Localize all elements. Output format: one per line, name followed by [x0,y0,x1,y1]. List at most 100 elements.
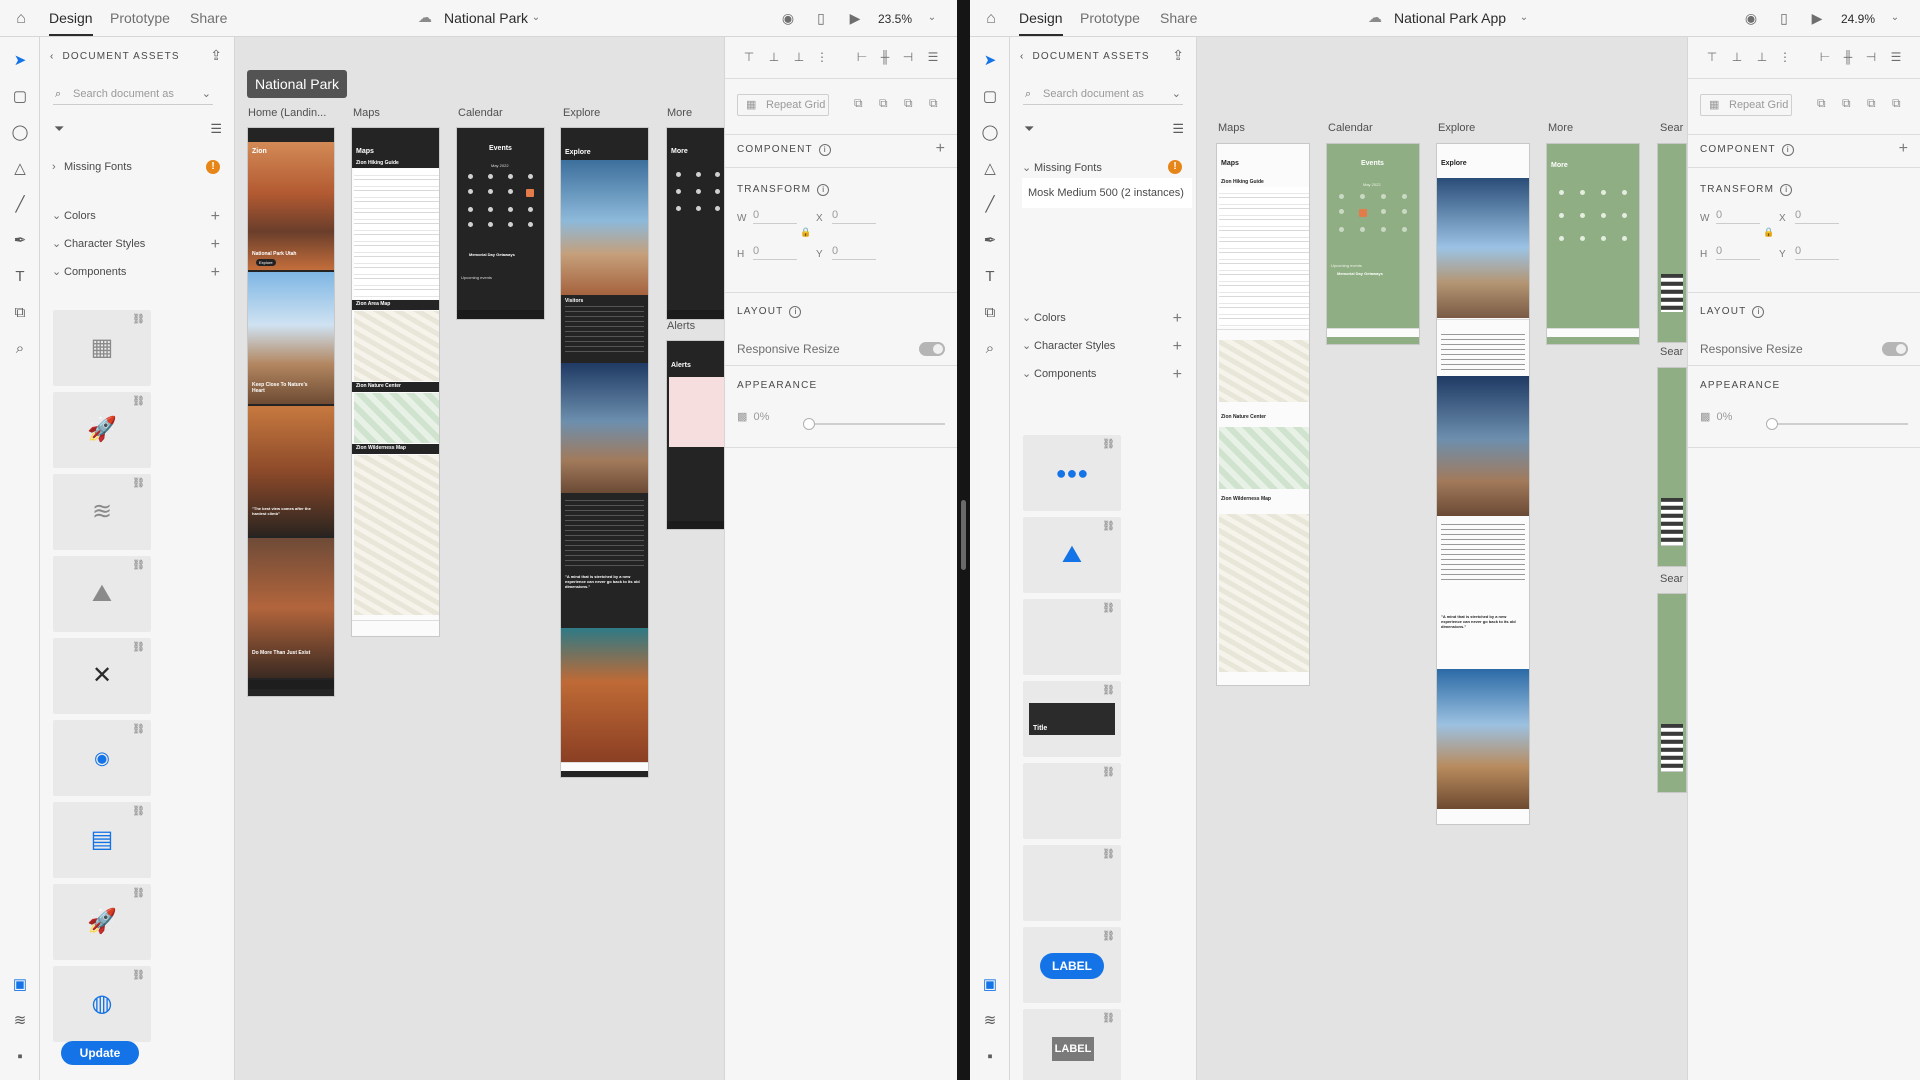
home-icon[interactable]: ⌂ [11,9,31,29]
section-components[interactable]: ⌄ Components [52,265,126,278]
artboard-label-maps[interactable]: Maps [1218,122,1245,134]
align-bottom-icon[interactable]: ⊥ [1755,50,1769,64]
artboard-calendar[interactable]: Events May 2022 Upcoming events Memorial… [456,127,545,320]
artboard-label-search[interactable]: Sear [1660,346,1683,358]
artboard-label-maps[interactable]: Maps [353,107,380,119]
mobile-device-icon[interactable]: ▯ [1775,9,1793,27]
component-tile[interactable]: ⛓ ⛰ [1023,517,1121,593]
list-view-icon[interactable]: ☰ [210,121,222,137]
component-tile[interactable]: ⛓ LABEL [1023,927,1121,1003]
export-icon[interactable]: ⇪ [210,47,222,64]
component-tile[interactable]: ⛓ [1023,845,1121,921]
chevron-down-icon[interactable]: ⌄ [202,83,211,105]
ellipse-tool-icon[interactable]: ◯ [980,123,1000,143]
lock-aspect-icon[interactable]: 🔒 [800,227,811,238]
info-icon[interactable]: i [789,306,802,318]
lock-aspect-icon[interactable]: 🔒 [1763,227,1774,238]
align-right-icon[interactable]: ⊣ [901,50,915,64]
add-character-style-icon[interactable]: + [211,237,220,253]
tab-share[interactable]: Share [190,10,227,26]
section-character-styles[interactable]: ⌄ Character Styles [1022,339,1115,352]
rectangle-tool-icon[interactable]: ▢ [10,87,30,107]
plugins-icon[interactable]: ▪ [980,1047,1000,1067]
distribute-horizontal-icon[interactable]: ☰ [926,50,940,64]
chevron-down-icon[interactable]: ⌄ [1515,9,1533,27]
align-middle-icon[interactable]: ⊥ [1730,50,1744,64]
text-tool-icon[interactable]: T [10,267,30,287]
align-center-icon[interactable]: ╫ [878,50,892,64]
artboard-more[interactable]: More [1546,143,1640,345]
align-bottom-icon[interactable]: ⊥ [792,50,806,64]
add-boolean-icon[interactable]: ⧉ [1817,96,1833,112]
pen-tool-icon[interactable]: ✒ [980,231,1000,251]
filter-icon[interactable]: ⏷ [54,121,64,137]
align-top-icon[interactable]: ⊤ [1705,50,1719,64]
artboard-more[interactable]: More [666,127,726,320]
artboard-maps[interactable]: Maps Zion Hiking Guide Zion Area Map Zio… [351,127,440,637]
artboard-explore[interactable]: Explore Visitors "A mind that is stretch… [560,127,649,778]
section-missing-fonts[interactable]: › Missing Fonts [52,161,132,173]
user-icon[interactable]: ◉ [1742,9,1760,27]
artboard-label-calendar[interactable]: Calendar [1328,122,1373,134]
polygon-tool-icon[interactable]: △ [980,159,1000,179]
add-color-icon[interactable]: + [1173,311,1182,327]
component-tile[interactable]: ⛓ ◍ [53,966,151,1042]
home-icon[interactable]: ⌂ [981,9,1001,29]
info-icon[interactable]: i [1752,306,1765,318]
missing-font-item[interactable]: Mosk Medium 500 (2 instances) [1022,178,1192,208]
align-center-icon[interactable]: ╫ [1841,50,1855,64]
artboard-search[interactable] [1657,593,1687,793]
plugins-icon[interactable]: ▪ [10,1047,30,1067]
zoom-chevron-icon[interactable]: ⌄ [923,9,941,27]
section-colors[interactable]: ⌄ Colors [1022,311,1066,324]
zoom-level[interactable]: 24.9% [1841,12,1875,26]
repeat-grid-button[interactable]: Repeat Grid [1700,94,1792,116]
export-icon[interactable]: ⇪ [1172,47,1184,64]
mobile-device-icon[interactable]: ▯ [812,9,830,27]
artboard-label-alerts[interactable]: Alerts [667,320,695,332]
component-tile[interactable]: ⛓ 🚀 [53,884,151,960]
width-input[interactable]: 0 [753,209,797,224]
artboard-label-more[interactable]: More [1548,122,1573,134]
zoom-level[interactable]: 23.5% [878,12,912,26]
artboard-tool-icon[interactable]: ⧉ [10,303,30,323]
opacity-value[interactable]: ▩ 0% [1700,410,1732,423]
artboard-label-calendar[interactable]: Calendar [458,107,503,119]
component-tile[interactable]: ⛓ ▤ [53,802,151,878]
pen-tool-icon[interactable]: ✒ [10,231,30,251]
assets-header[interactable]: ‹ DOCUMENT ASSETS [50,51,180,62]
section-character-styles[interactable]: ⌄ Character Styles [52,237,145,250]
tab-share[interactable]: Share [1160,10,1197,26]
info-icon[interactable]: i [818,144,831,156]
add-component-icon[interactable]: + [1173,367,1182,383]
zoom-chevron-icon[interactable]: ⌄ [1886,9,1904,27]
section-colors[interactable]: ⌄ Colors [52,209,96,222]
component-tile[interactable]: ⛓ LABEL [1023,1009,1121,1080]
artboard-tool-icon[interactable]: ⧉ [980,303,1000,323]
artboard-search[interactable] [1657,367,1687,567]
height-input[interactable]: 0 [1716,245,1760,260]
opacity-slider[interactable] [807,423,945,425]
opacity-slider[interactable] [1770,423,1908,425]
align-left-icon[interactable]: ⊢ [1818,50,1832,64]
component-tile[interactable]: ⛓ Title [1023,681,1121,757]
layers-icon[interactable]: ≋ [10,1011,30,1031]
align-right-icon[interactable]: ⊣ [1864,50,1878,64]
polygon-tool-icon[interactable]: △ [10,159,30,179]
component-tile[interactable]: ⛓ [1023,599,1121,675]
component-tile[interactable]: ⛓ ●●● [1023,435,1121,511]
tab-design[interactable]: Design [49,10,93,36]
subtract-boolean-icon[interactable]: ⧉ [1842,96,1858,112]
add-state-icon[interactable]: + [936,140,945,158]
responsive-resize-toggle[interactable] [1882,342,1908,356]
y-input[interactable]: 0 [1795,245,1839,260]
list-view-icon[interactable]: ☰ [1172,121,1184,137]
align-left-icon[interactable]: ⊢ [855,50,869,64]
artboard-label-more[interactable]: More [667,107,692,119]
x-input[interactable]: 0 [1795,209,1839,224]
tab-prototype[interactable]: Prototype [110,10,170,26]
play-icon[interactable]: ▶ [846,9,864,27]
artboard-calendar[interactable]: Events May 2022 Upcoming events Memorial… [1326,143,1420,345]
responsive-resize-toggle[interactable] [919,342,945,356]
artboard-explore[interactable]: Explore "A mind that is stretched by a n… [1436,143,1530,825]
